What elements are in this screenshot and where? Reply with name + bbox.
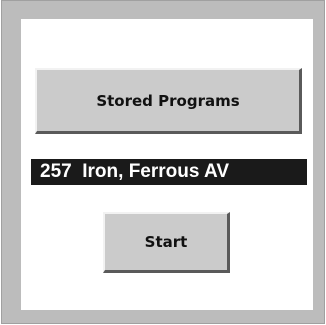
start-button[interactable]: Start bbox=[103, 212, 230, 273]
main-panel: Stored Programs 257 Iron, Ferrous AV Sta… bbox=[21, 19, 313, 310]
instrument-frame: Stored Programs 257 Iron, Ferrous AV Sta… bbox=[1, 0, 325, 324]
stored-programs-button[interactable]: Stored Programs bbox=[35, 68, 302, 134]
selected-program-display: 257 Iron, Ferrous AV bbox=[31, 159, 307, 185]
